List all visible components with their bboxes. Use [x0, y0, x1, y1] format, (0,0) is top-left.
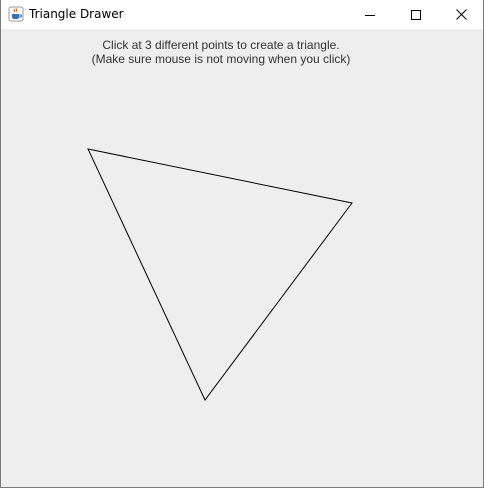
- close-button[interactable]: [438, 0, 484, 29]
- app-window: Triangle Drawer Click at 3 different poi…: [0, 0, 484, 488]
- title-bar[interactable]: Triangle Drawer: [1, 0, 483, 29]
- maximize-icon: [411, 9, 421, 20]
- close-icon: [455, 9, 467, 20]
- triangle-canvas[interactable]: [1, 29, 483, 487]
- minimize-icon: [365, 14, 375, 16]
- minimize-button[interactable]: [347, 0, 393, 29]
- drawn-triangle: [87, 148, 353, 401]
- maximize-button[interactable]: [393, 0, 439, 29]
- java-cup-icon: [8, 6, 24, 22]
- window-title: Triangle Drawer: [29, 7, 124, 21]
- drawing-canvas[interactable]: Click at 3 different points to create a …: [1, 29, 483, 487]
